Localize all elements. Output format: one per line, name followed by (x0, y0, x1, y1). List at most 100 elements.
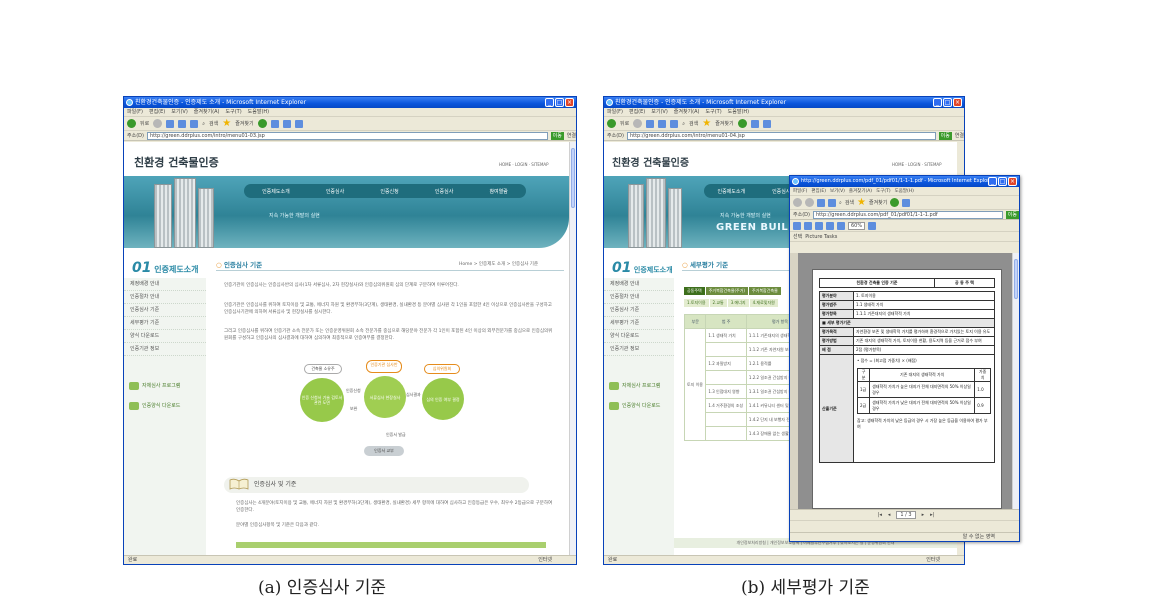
select-tool[interactable]: 선택 (793, 233, 802, 240)
close-button[interactable]: × (953, 98, 962, 107)
sidebar-item[interactable]: 인증절차 안내 (604, 291, 674, 304)
title-bar[interactable]: 친환경건축물인증 - 인증제도 소개 - Microsoft Internet … (124, 97, 576, 108)
close-button[interactable]: × (1008, 177, 1017, 186)
zoom-in-icon[interactable] (837, 221, 845, 230)
menu-edit[interactable]: 편집(E) (149, 108, 165, 116)
forward-icon[interactable] (633, 119, 643, 128)
search-label[interactable]: 검색 (209, 120, 218, 127)
email-icon[interactable] (815, 221, 823, 230)
back-icon[interactable] (793, 198, 802, 207)
sidebar-item[interactable]: 제정배경 안내 (604, 278, 674, 291)
menu-tools[interactable]: 도구(T) (226, 108, 242, 116)
scroll-thumb[interactable] (571, 148, 575, 208)
menu-edit[interactable]: 편집(E) (629, 108, 645, 116)
self-check-banner[interactable]: 자체심사 프로그램 (124, 376, 206, 396)
favorites-label[interactable]: 즐겨찾기 (235, 120, 253, 127)
history-icon[interactable] (890, 198, 900, 207)
sidebar-item[interactable]: 인증절차 안내 (124, 291, 206, 304)
sidebar-item[interactable]: 인증기관 정보 (124, 343, 206, 356)
tab-material[interactable]: 4.재료및자원 (749, 299, 778, 307)
picture-tasks[interactable]: Picture Tasks (805, 234, 837, 240)
sidebar-item[interactable]: 인증심사 기준 (124, 304, 206, 317)
sidebar-item[interactable]: 인증심사 기준 (604, 304, 674, 317)
favorites-icon[interactable]: ★ (857, 197, 866, 208)
nav-item[interactable]: 인증심사 (326, 188, 344, 195)
back-label[interactable]: 뒤로 (620, 120, 629, 127)
tab-mixed-residential[interactable]: 주거복합건축물(주거) (705, 287, 748, 295)
hand-tool-icon[interactable] (826, 221, 834, 230)
address-input[interactable]: http://green.ddrplus.com/intro/menu01-03… (146, 131, 548, 140)
menu-favorites[interactable]: 즐겨찾기(A) (849, 187, 872, 195)
back-icon[interactable] (127, 119, 136, 128)
search-icon[interactable]: ⌕ (682, 121, 685, 127)
tab-traffic[interactable]: 2.교통 (709, 299, 727, 307)
sidebar-item[interactable]: 제정배경 안내 (124, 278, 206, 291)
site-logo[interactable]: 친환경 건축물인증 (612, 154, 689, 169)
tab-energy[interactable]: 3.에너지 (727, 299, 749, 307)
favorites-icon[interactable]: ★ (222, 118, 231, 129)
refresh-icon[interactable] (658, 119, 667, 128)
mail-icon[interactable] (750, 119, 759, 128)
title-bar[interactable]: http://green.ddrplus.com/pdf_01/pdf01/1-… (790, 176, 1019, 187)
prev-page-icon[interactable]: ◂ (888, 512, 891, 518)
home-icon[interactable] (190, 119, 199, 128)
history-icon[interactable] (257, 119, 267, 128)
menu-view[interactable]: 보기(V) (830, 187, 845, 195)
sidebar-item[interactable]: 양식 다운로드 (124, 330, 206, 343)
page-indicator[interactable]: 1 / 3 (896, 511, 916, 519)
tab-mixed[interactable]: 주거복합건축물 (748, 287, 781, 295)
zoom-value[interactable]: 60% (848, 221, 866, 230)
sidebar-item[interactable]: 세부평가 기준 (604, 317, 674, 330)
mail-icon[interactable] (270, 119, 279, 128)
first-page-icon[interactable]: |◂ (878, 512, 882, 518)
folder-icon[interactable] (294, 119, 303, 128)
form-download-banner[interactable]: 인증양식 다운로드 (604, 396, 674, 416)
vertical-scrollbar[interactable] (1012, 253, 1019, 509)
links-label[interactable]: 연결 (955, 132, 964, 139)
print-icon[interactable] (282, 119, 291, 128)
stop-icon[interactable] (166, 119, 175, 128)
menu-file[interactable]: 파일(F) (607, 108, 623, 116)
stop-icon[interactable] (817, 198, 825, 207)
address-input[interactable]: http://green.ddrplus.com/intro/menu01-04… (626, 131, 936, 140)
history-icon[interactable] (737, 119, 747, 128)
menu-help[interactable]: 도움말(H) (248, 108, 269, 116)
back-label[interactable]: 뒤로 (140, 120, 149, 127)
nav-item[interactable]: 인증심사 (435, 188, 453, 195)
go-button[interactable]: 이동 (1005, 210, 1019, 219)
sidebar-item[interactable]: 세부평가 기준 (124, 317, 206, 330)
mail-icon[interactable] (902, 198, 911, 207)
maximize-button[interactable]: □ (555, 98, 564, 107)
scroll-thumb[interactable] (1014, 259, 1018, 299)
print-icon[interactable] (762, 119, 771, 128)
menu-view[interactable]: 보기(V) (171, 108, 188, 116)
forward-icon[interactable] (805, 198, 814, 207)
address-input[interactable]: http://green.ddrplus.com/pdf_01/pdf01/1-… (812, 210, 1003, 219)
minimize-button[interactable]: _ (988, 177, 997, 186)
refresh-icon[interactable] (828, 198, 836, 207)
go-button[interactable]: 이동 (550, 131, 564, 140)
top-links[interactable]: HOME · LOGIN · SITEMAP (499, 162, 549, 167)
favorites-icon[interactable]: ★ (702, 118, 711, 129)
search-icon[interactable]: ⌕ (839, 200, 842, 206)
maximize-button[interactable]: □ (943, 98, 952, 107)
nav-item[interactable]: 인증신청 (380, 188, 398, 195)
title-bar[interactable]: 친환경건축물인증 - 인증제도 소개 - Microsoft Internet … (604, 97, 964, 108)
sidebar-item[interactable]: 인증기관 정보 (604, 343, 674, 356)
refresh-icon[interactable] (178, 119, 187, 128)
menu-file[interactable]: 파일(F) (127, 108, 143, 116)
nav-item[interactable]: 인증제도소개 (262, 188, 290, 195)
print-icon[interactable] (804, 221, 812, 230)
search-label[interactable]: 검색 (845, 199, 854, 206)
search-icon[interactable]: ⌕ (202, 121, 205, 127)
menu-help[interactable]: 도움말(H) (895, 187, 914, 195)
search-label[interactable]: 검색 (689, 120, 698, 127)
menu-file[interactable]: 파일(F) (793, 187, 807, 195)
maximize-button[interactable]: □ (998, 177, 1007, 186)
vertical-scrollbar[interactable] (569, 142, 576, 556)
go-button[interactable]: 이동 (938, 131, 952, 140)
sidebar-item[interactable]: 양식 다운로드 (604, 330, 674, 343)
forward-icon[interactable] (153, 119, 163, 128)
last-page-icon[interactable]: ▸| (930, 512, 934, 518)
favorites-label[interactable]: 즐겨찾기 (869, 199, 887, 206)
